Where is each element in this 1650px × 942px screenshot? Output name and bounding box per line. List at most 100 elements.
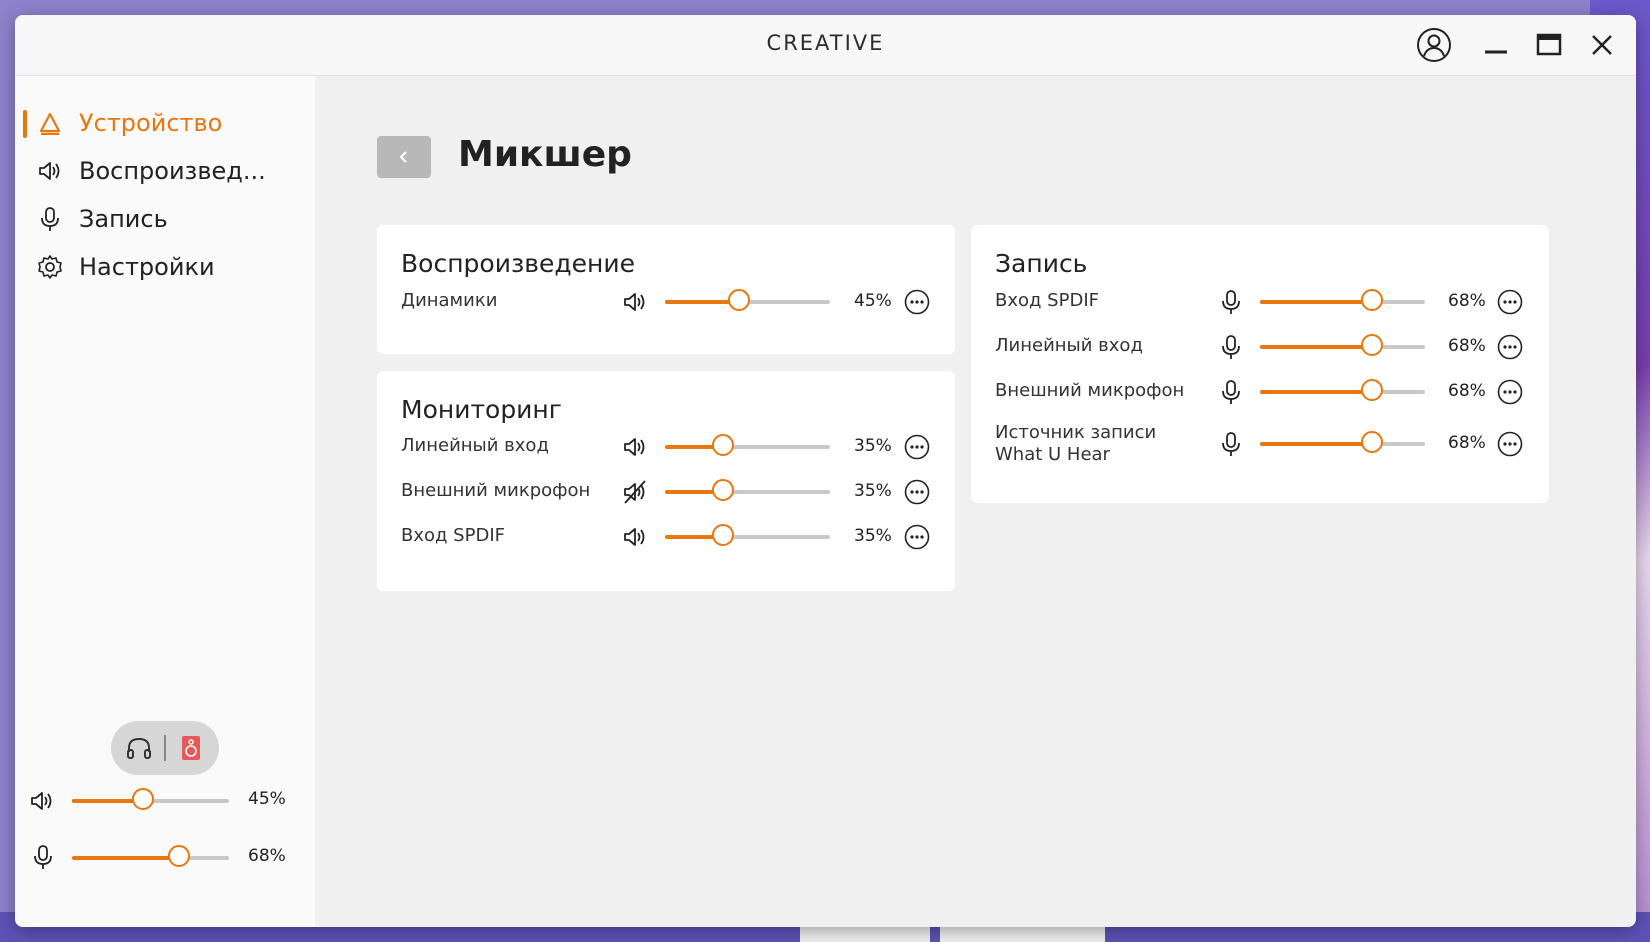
background-window-edge [800,926,930,942]
master-playback-row: 45% [15,781,315,821]
headphones-icon [127,737,151,759]
monitoring-card: Мониторинг Линейный вход 35% Внешний мик… [377,371,955,591]
speaker-box-icon [182,736,200,760]
creative-logo: CREATIVE [766,31,885,55]
volume-slider[interactable] [1260,289,1425,311]
volume-slider[interactable] [665,289,830,311]
more-icon [904,479,930,505]
sidebar-item-label: Запись [79,205,168,233]
mic-mute-button[interactable] [1216,377,1246,407]
sidebar-item-device[interactable]: Устройство [15,100,315,144]
master-playback-slider[interactable] [72,788,229,810]
output-switcher [111,721,219,775]
mixer-row: Динамики 45% [377,282,955,322]
volume-slider[interactable] [1260,334,1425,356]
background-window-edge [940,926,1105,942]
title-bar: CREATIVE [15,15,1636,76]
master-recording-percent: 68% [248,846,286,866]
close-button[interactable] [1582,27,1622,63]
card-title: Запись [995,249,1088,278]
more-options-button[interactable] [904,524,930,550]
microphone-icon [1222,290,1240,314]
mixer-row: Вход SPDIF 35% [377,517,955,557]
speakers-button[interactable] [177,734,205,762]
slider-thumb[interactable] [711,524,734,546]
sidebar: Устройство Воспроизвед... Запись Настрой… [15,76,315,927]
back-button[interactable] [377,136,431,178]
slider-thumb[interactable] [711,434,734,456]
switch-divider [164,735,166,761]
master-mic-button[interactable] [31,844,55,874]
sidebar-item-label: Устройство [79,109,223,137]
microphone-icon [1222,380,1240,404]
slider-thumb[interactable] [131,788,154,810]
mic-mute-button[interactable] [1216,332,1246,362]
close-icon [1592,35,1612,55]
channel-label: Вход SPDIF [401,525,505,546]
sidebar-item-label: Воспроизвед... [79,157,266,185]
volume-slider[interactable] [665,434,830,456]
minimize-button[interactable] [1476,27,1516,63]
more-options-button[interactable] [1497,289,1523,315]
sidebar-item-recording[interactable]: Запись [15,196,315,240]
card-title: Воспроизведение [401,249,635,278]
channel-label: Источник записи [995,422,1157,443]
channel-label-line2: What U Hear [995,444,1110,465]
channel-label: Внешний микрофон [995,380,1185,401]
volume-percent: 68% [1448,336,1486,356]
account-button[interactable] [1414,27,1454,63]
master-speaker-button[interactable] [28,789,56,817]
sidebar-item-label: Настройки [79,253,215,281]
master-recording-slider[interactable] [72,845,229,867]
more-icon [904,524,930,550]
gear-icon [37,254,63,280]
speaker-mute-button[interactable] [620,477,650,507]
slider-thumb[interactable] [167,845,190,867]
recording-card: Запись Вход SPDIF 68% Линейный вход 68% … [971,225,1549,503]
more-icon [904,434,930,460]
sidebar-item-settings[interactable]: Настройки [15,244,315,288]
speaker-icon [624,528,645,546]
volume-slider[interactable] [665,479,830,501]
volume-slider[interactable] [1260,379,1425,401]
headphones-button[interactable] [125,734,153,762]
slider-fill [1260,390,1373,394]
speaker-icon [624,293,645,311]
slider-thumb[interactable] [1361,379,1384,401]
volume-slider[interactable] [665,524,830,546]
mixer-row: Линейный вход 35% [377,427,955,467]
speaker-mute-button[interactable] [620,522,650,552]
slider-thumb[interactable] [711,479,734,501]
speaker-mute-button[interactable] [620,432,650,462]
slider-thumb[interactable] [728,289,751,311]
device-icon [37,110,63,136]
maximize-icon [1536,33,1562,56]
speaker-muted-icon [624,480,646,504]
minimize-icon [1485,50,1507,54]
microphone-icon [37,206,63,232]
mic-mute-button[interactable] [1216,287,1246,317]
mic-mute-button[interactable] [1216,429,1246,459]
volume-percent: 68% [1448,433,1486,453]
more-icon [1497,334,1523,360]
more-options-button[interactable] [1497,379,1523,405]
volume-slider[interactable] [1260,431,1425,453]
channel-label: Линейный вход [401,435,549,456]
sidebar-item-playback[interactable]: Воспроизвед... [15,148,315,192]
slider-thumb[interactable] [1361,334,1384,356]
speaker-mute-button[interactable] [620,287,650,317]
more-options-button[interactable] [904,289,930,315]
more-options-button[interactable] [904,479,930,505]
maximize-button[interactable] [1529,27,1569,63]
slider-thumb[interactable] [1361,289,1384,311]
channel-label: Внешний микрофон [401,480,591,501]
slider-fill [1260,442,1373,446]
more-options-button[interactable] [1497,334,1523,360]
volume-percent: 68% [1448,381,1486,401]
more-options-button[interactable] [1497,431,1523,457]
more-options-button[interactable] [904,434,930,460]
channel-label: Линейный вход [995,335,1143,356]
slider-thumb[interactable] [1361,431,1384,453]
more-icon [1497,289,1523,315]
volume-percent: 35% [854,481,892,501]
